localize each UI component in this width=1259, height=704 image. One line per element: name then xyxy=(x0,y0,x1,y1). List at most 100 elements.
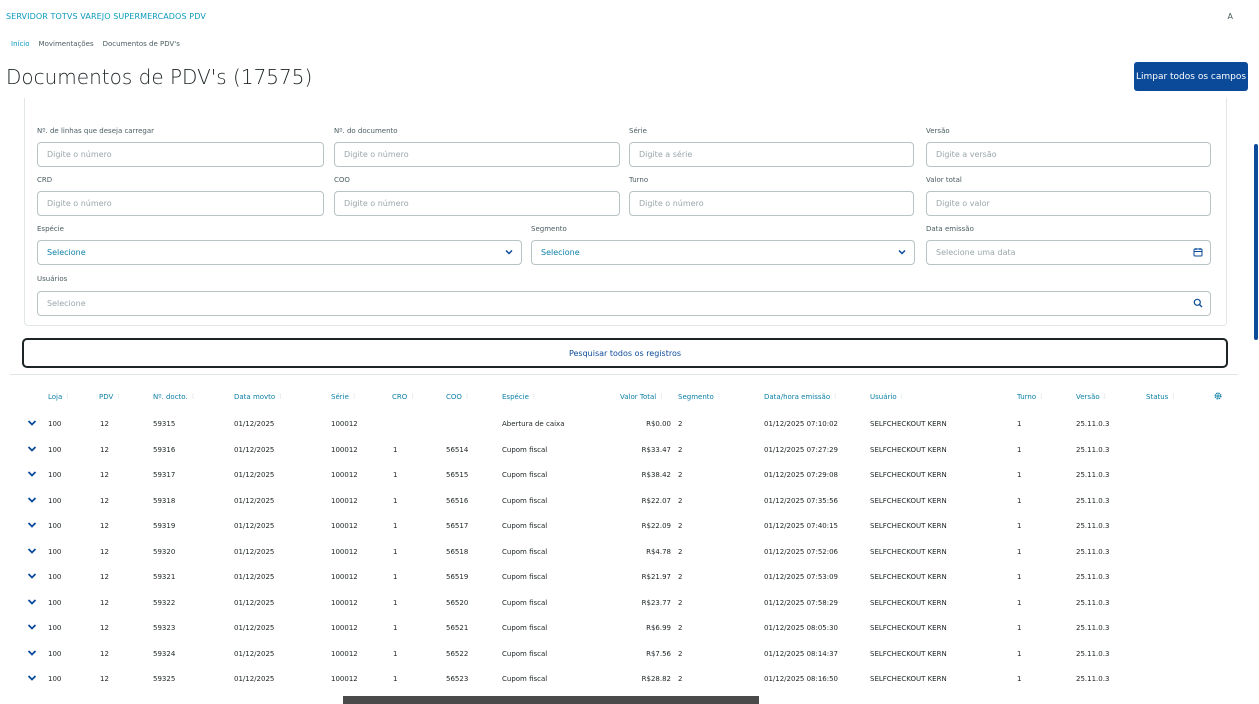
table-cell: 01/12/2025 08:14:37 xyxy=(764,649,839,658)
table-cell: R$7.56 xyxy=(646,649,671,658)
table-cell: 01/12/2025 xyxy=(234,547,275,556)
table-cell: 01/12/2025 xyxy=(234,675,275,683)
column-header-cro[interactable]: CRO ⁝ xyxy=(392,393,414,401)
serie-input[interactable]: Digite a série xyxy=(629,142,914,167)
coo-input[interactable]: Digite o número xyxy=(334,191,620,216)
turno-input[interactable]: Digite o número xyxy=(629,191,914,216)
column-header-label: COO xyxy=(446,393,462,401)
column-header-versao[interactable]: Versão ⁝ xyxy=(1076,393,1106,401)
table-cell: 56520 xyxy=(446,598,469,607)
table-row[interactable]: 100 12 59319 01/12/2025 100012 1 56517 Cupom fi… xyxy=(0,513,1259,539)
table-cell: 25.11.0.3 xyxy=(1076,675,1110,683)
clear-all-button[interactable]: Limpar todos os campos xyxy=(1134,62,1248,91)
table-cell: 56519 xyxy=(446,573,469,581)
especie-select[interactable]: Selecione xyxy=(37,240,522,265)
search-all-button[interactable]: Pesquisar todos os registros xyxy=(22,338,1228,368)
table-cell: 100012 xyxy=(331,471,358,479)
table-cell: 2 xyxy=(678,496,683,505)
column-header-pdv[interactable]: PDV ⁝ xyxy=(99,393,120,401)
chevron-down-icon[interactable] xyxy=(27,521,37,529)
table-cell: 56517 xyxy=(446,522,469,530)
page-scrollbar[interactable] xyxy=(1254,144,1258,340)
table-cell: 1 xyxy=(1017,547,1022,556)
chevron-down-icon[interactable] xyxy=(27,419,37,427)
breadcrumb-home[interactable]: Início xyxy=(11,40,30,48)
chevron-down-icon[interactable] xyxy=(27,470,37,478)
table-row[interactable]: 100 12 59320 01/12/2025 100012 1 56518 Cupom fi… xyxy=(0,539,1259,565)
chevron-down-icon[interactable] xyxy=(27,623,37,631)
table-cell: 100012 xyxy=(331,598,358,607)
table-row[interactable]: 100 12 59325 01/12/2025 100012 1 56523 Cupom fi… xyxy=(0,666,1259,692)
column-header-loja[interactable]: Loja ⁝ xyxy=(48,393,69,401)
segmento-select[interactable]: Selecione xyxy=(531,240,915,265)
table-row[interactable]: 100 12 59323 01/12/2025 100012 1 56521 Cupom fi… xyxy=(0,615,1259,641)
chevron-down-icon[interactable] xyxy=(27,649,37,657)
turno-label: Turno xyxy=(629,176,649,184)
column-header-serie[interactable]: Série ⁝ xyxy=(331,393,355,401)
lines-input[interactable]: Digite o número xyxy=(37,142,324,167)
table-cell: Cupom fiscal xyxy=(502,649,548,658)
table-cell: 2 xyxy=(678,547,683,556)
table-cell: 59315 xyxy=(153,420,176,428)
breadcrumb-movimentacoes[interactable]: Movimentações xyxy=(39,40,94,48)
table-cell: 59320 xyxy=(153,547,176,556)
doc-number-placeholder: Digite o número xyxy=(344,150,409,159)
column-header-especie[interactable]: Espécie ⁝ xyxy=(502,393,535,401)
table-row[interactable]: 100 12 59315 01/12/2025 100012 Abertura de ca… xyxy=(0,411,1259,437)
table-cell: 100 xyxy=(48,522,62,530)
chevron-down-icon[interactable] xyxy=(27,598,37,606)
column-header-data-movto[interactable]: Data movto ⁝ xyxy=(234,393,281,401)
table-cell: 2 xyxy=(678,649,683,658)
gear-icon[interactable] xyxy=(1213,391,1223,401)
table-cell: 1 xyxy=(393,649,398,658)
table-cell: 56516 xyxy=(446,496,469,505)
table-cell: 1 xyxy=(1017,573,1022,581)
user-avatar[interactable]: A xyxy=(1228,12,1233,21)
column-header-label: PDV xyxy=(99,393,114,401)
column-header-status[interactable]: Status ⁝ xyxy=(1146,393,1175,401)
calendar-icon[interactable] xyxy=(1193,247,1203,257)
search-icon[interactable] xyxy=(1193,298,1203,308)
table-cell: 100012 xyxy=(331,522,358,530)
table-cell: 01/12/2025 xyxy=(234,598,275,607)
table-cell: 2 xyxy=(678,624,683,632)
chevron-down-icon[interactable] xyxy=(27,572,37,580)
data-emissao-input[interactable]: Selecione uma data xyxy=(926,240,1211,265)
table-row[interactable]: 100 12 59324 01/12/2025 100012 1 56522 Cupom fi… xyxy=(0,641,1259,667)
column-header-turno[interactable]: Turno ⁝ xyxy=(1017,393,1042,401)
column-header-usuario[interactable]: Usuário ⁝ xyxy=(870,393,903,401)
table-row[interactable]: 100 12 59316 01/12/2025 100012 1 56514 Cupom fi… xyxy=(0,437,1259,463)
table-row[interactable]: 100 12 59321 01/12/2025 100012 1 56519 Cupom fi… xyxy=(0,564,1259,590)
table-cell: 56522 xyxy=(446,649,469,658)
chevron-down-icon[interactable] xyxy=(27,445,37,453)
doc-number-input[interactable]: Digite o número xyxy=(334,142,620,167)
lines-input-placeholder: Digite o número xyxy=(47,150,112,159)
sort-icon: ⁝ xyxy=(660,393,663,401)
table-cell: 100 xyxy=(48,445,62,454)
table-cell: SELFCHECKOUT KERN xyxy=(870,624,947,632)
chevron-down-icon[interactable] xyxy=(27,547,37,555)
divider xyxy=(10,374,1238,375)
column-header-coo[interactable]: COO ⁝ xyxy=(446,393,468,401)
valor-total-input[interactable]: Digite o valor xyxy=(926,191,1211,216)
app-title[interactable]: SERVIDOR TOTVS VAREJO SUPERMERCADOS PDV xyxy=(6,12,206,21)
table-cell: 100 xyxy=(48,420,62,428)
versao-input[interactable]: Digite a versão xyxy=(926,142,1211,167)
column-header-segmento[interactable]: Segmento ⁝ xyxy=(678,393,720,401)
chevron-down-icon[interactable] xyxy=(27,496,37,504)
table-cell: 01/12/2025 xyxy=(234,471,275,479)
table-row[interactable]: 100 12 59317 01/12/2025 100012 1 56515 Cupom fi… xyxy=(0,462,1259,488)
table-row[interactable]: 100 12 59322 01/12/2025 100012 1 56520 Cupom fi… xyxy=(0,590,1259,616)
table-row[interactable]: 100 12 59318 01/12/2025 100012 1 56516 Cupom fi… xyxy=(0,488,1259,514)
column-header-valor-total[interactable]: Valor Total ⁝ xyxy=(620,393,662,401)
table-cell: 01/12/2025 08:16:50 xyxy=(764,675,839,683)
column-header-docto[interactable]: Nº. docto. ⁝ xyxy=(153,393,194,401)
versao-placeholder: Digite a versão xyxy=(936,150,997,159)
table-cell: 100 xyxy=(48,649,62,658)
table-cell: 2 xyxy=(678,598,683,607)
crd-input[interactable]: Digite o número xyxy=(37,191,324,216)
column-header-data-emissao[interactable]: Data/hora emissão ⁝ xyxy=(764,393,836,401)
chevron-down-icon[interactable] xyxy=(27,674,37,682)
usuarios-input[interactable]: Selecione xyxy=(37,291,1211,316)
horizontal-scrollbar[interactable] xyxy=(343,696,759,704)
